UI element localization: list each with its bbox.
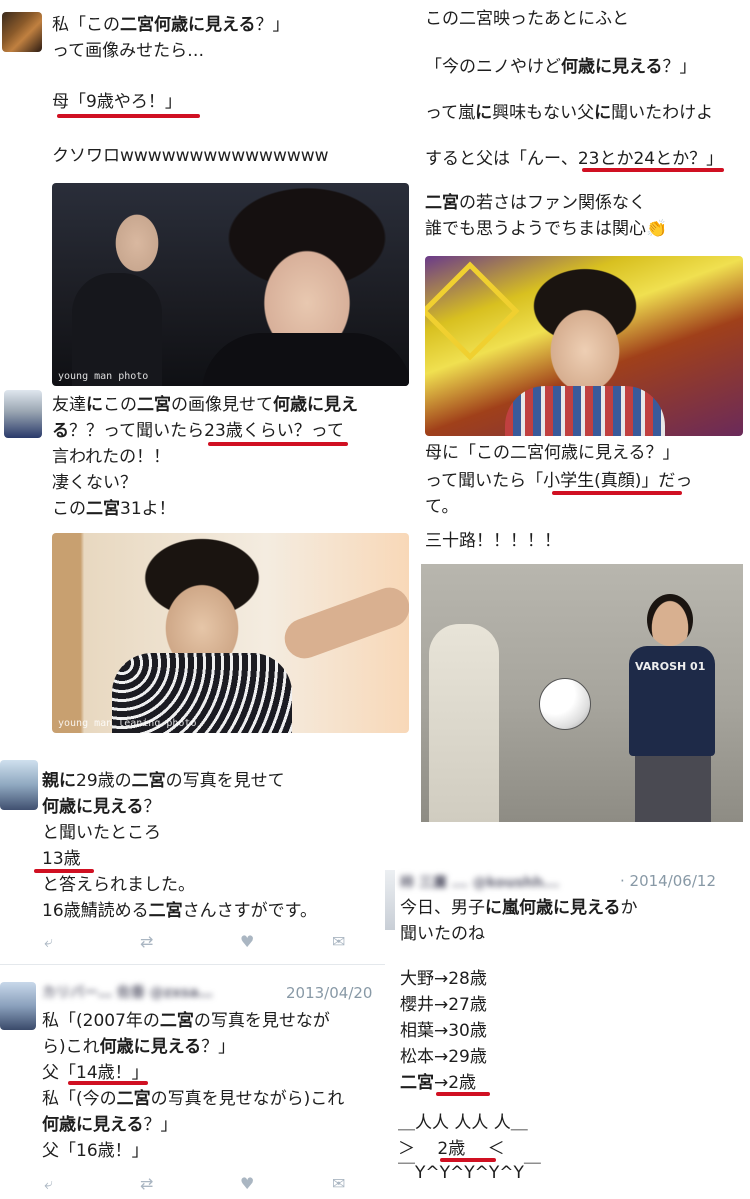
- panel7-item-0: 大野→28歳: [400, 969, 487, 989]
- panel7-line1: 今日、男子に嵐何歳に見えるか: [400, 898, 638, 918]
- star: [425, 261, 520, 361]
- arm: [279, 581, 409, 665]
- panel5-line2: 何歳に見える？: [42, 797, 161, 817]
- underline: [57, 114, 200, 118]
- shirt-text: VAROSH 01: [635, 660, 706, 673]
- reply-icon[interactable]: ⤶: [44, 932, 53, 952]
- underline: [582, 168, 724, 172]
- avatar[interactable]: [0, 982, 36, 1030]
- ascii-art-line1: ＿人人 人人 人＿: [398, 1113, 528, 1133]
- suit: [202, 333, 409, 386]
- photo[interactable]: young man leaning photo: [52, 533, 409, 733]
- panel2-line1: 友達にこの二宮の画像見せて何歳に見え: [52, 395, 358, 415]
- soccer-ball-icon: [539, 678, 591, 730]
- photo[interactable]: young man photo: [52, 183, 409, 386]
- avatar[interactable]: [385, 870, 395, 930]
- photo-caption: young man leaning photo: [58, 718, 197, 729]
- panel2-line5: この二宮31よ！: [52, 499, 176, 519]
- panel7-item-3: 松本→29歳: [400, 1047, 487, 1067]
- panel1-line1: 私「この二宮何歳に見える？」: [52, 15, 290, 35]
- panel5-line6: 16歳鯖読める二宮さんさすがです。: [42, 901, 317, 921]
- divider: [0, 964, 385, 965]
- panel3-line6: 誰でも思うようでちまは関心👏: [425, 219, 668, 239]
- panel6-line2: ら)これ何歳に見える？」: [42, 1037, 236, 1057]
- retweet-icon[interactable]: ⇄: [140, 932, 153, 951]
- underline: [208, 442, 348, 446]
- panel1-line4: クソワロwwwwwwwwwwwwwww: [52, 146, 329, 166]
- dm-icon[interactable]: ✉: [332, 932, 345, 951]
- person-left: [429, 624, 499, 822]
- panel4-line4: 三十路！！！！！: [425, 531, 561, 551]
- user-name[interactable]: カリバー… 佐香 @zxsa…: [42, 982, 213, 1002]
- panel7-line2: 聞いたのね: [400, 924, 485, 944]
- reply-icon[interactable]: ⤶: [44, 1174, 53, 1194]
- panel3-line5: 二宮の若さはファン関係なく: [425, 193, 646, 213]
- panel5-line3: と聞いたところ: [42, 823, 161, 843]
- avatar[interactable]: [0, 760, 38, 810]
- panel6-line1: 私「(2007年の二宮の写真を見せなが: [42, 1011, 330, 1031]
- panel2-line3: 言われたの！！: [52, 447, 171, 467]
- plaid-shirt: [505, 386, 665, 436]
- photo-caption: young man photo: [58, 371, 149, 382]
- tweet-date[interactable]: · 2014/06/12: [620, 872, 716, 890]
- panel2-line4: 凄くない？: [52, 473, 137, 493]
- retweet-icon[interactable]: ⇄: [140, 1174, 153, 1193]
- photo[interactable]: VAROSH 01: [421, 564, 743, 822]
- panel7-item-1: 櫻井→27歳: [400, 995, 487, 1015]
- underline: [436, 1092, 490, 1096]
- ascii-art-line3: ￣Y^Y^Y^Y^Y￣: [398, 1163, 541, 1183]
- person-right: VAROSH 01: [621, 594, 721, 822]
- panel4-line3: て。: [425, 497, 459, 517]
- avatar[interactable]: [4, 390, 42, 438]
- panel5-line5: と答えられました。: [42, 875, 195, 895]
- panel7-item-2: 相葉→30歳: [400, 1021, 487, 1041]
- photo[interactable]: [425, 256, 743, 436]
- panel3-line2: 「今のニノやけど何歳に見える？」: [425, 57, 697, 77]
- like-icon[interactable]: ♥: [240, 1174, 254, 1193]
- panel3-line3: って嵐に興味もない父に聞いたわけよ: [425, 103, 714, 123]
- like-icon[interactable]: ♥: [240, 932, 254, 951]
- panel6-line6: 父「16歳！」: [42, 1141, 149, 1161]
- panel5-line1: 親に29歳の二宮の写真を見せて: [42, 771, 285, 791]
- panel3-line1: この二宮映ったあとにふと: [425, 9, 629, 29]
- panel2-line2: る？？って聞いたら23歳くらい？って: [52, 421, 344, 441]
- panel4-line1: 母に「この二宮何歳に見える？」: [425, 443, 680, 463]
- panel1-line2: って画像みせたら…: [52, 41, 205, 61]
- underline: [552, 491, 682, 495]
- dm-icon[interactable]: ✉: [332, 1174, 345, 1193]
- person-left: [72, 273, 162, 386]
- underline: [68, 1081, 148, 1085]
- panel1-line3: 母「9歳やろ！」: [52, 92, 182, 112]
- panel6-line4: 私「(今の二宮の写真を見せながら)これ: [42, 1089, 345, 1109]
- user-name[interactable]: 柿 三鷹 ... @koushh...: [400, 872, 559, 892]
- avatar[interactable]: [2, 12, 42, 52]
- tweet-date[interactable]: 2013/04/20: [286, 984, 372, 1002]
- panel6-line5: 何歳に見える？」: [42, 1115, 178, 1135]
